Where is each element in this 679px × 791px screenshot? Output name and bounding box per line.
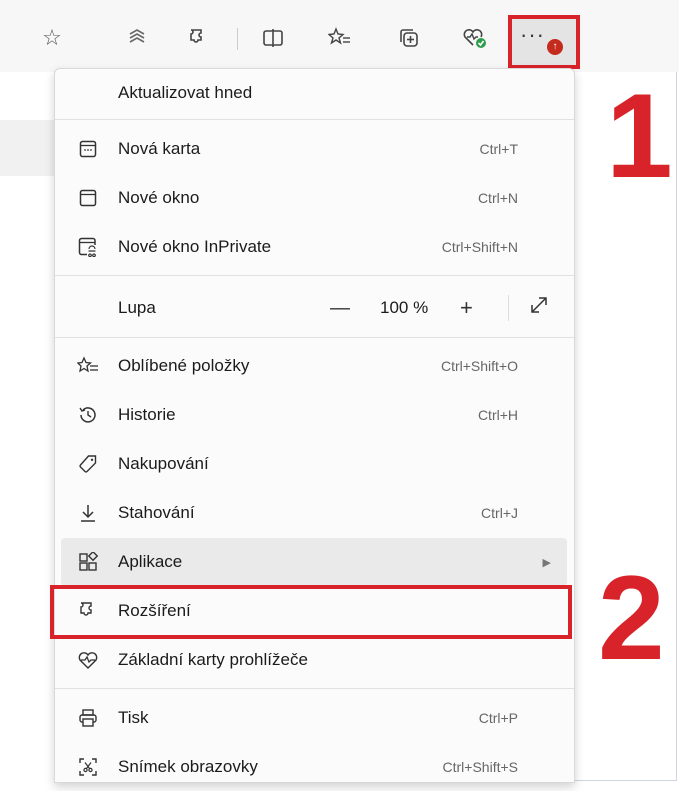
browser-essentials-icon[interactable] (455, 18, 495, 58)
zoom-separator (508, 295, 509, 321)
menu-item-shortcut: Ctrl+Shift+N (441, 239, 518, 255)
menu-item-label: Aplikace (118, 552, 183, 571)
inprivate-icon (75, 234, 101, 260)
shopping-tag-icon (75, 451, 101, 477)
menu-item-new-tab[interactable]: Nová karta Ctrl+T (55, 125, 574, 173)
menu-item-history[interactable]: Historie Ctrl+H (55, 391, 574, 439)
menu-item-label: Historie (118, 405, 176, 424)
menu-item-shortcut: Ctrl+Shift+O (440, 358, 518, 374)
menu-item-apps[interactable]: Aplikace ▶ (61, 538, 567, 586)
settings-and-more-menu: Aktualizovat hned Nová karta Ctrl+T Nové… (54, 68, 575, 783)
zoom-value: 100 % (380, 298, 429, 317)
menu-item-downloads[interactable]: Stahování Ctrl+J (55, 489, 574, 537)
extensions-highlight-box (50, 585, 572, 639)
zoom-out-button[interactable]: — (330, 297, 350, 320)
zoom-label: Lupa (118, 298, 156, 317)
page-background (0, 72, 60, 783)
menu-item-new-inprivate-window[interactable]: Nové okno InPrivate Ctrl+Shift+N (55, 223, 574, 271)
collections-icon[interactable] (389, 18, 429, 58)
menu-separator (55, 119, 574, 120)
submenu-arrow-icon: ▶ (542, 556, 551, 569)
menu-item-shortcut: Ctrl+N (477, 190, 518, 206)
print-icon (75, 705, 101, 731)
toolbar-separator (237, 28, 238, 50)
menu-separator (55, 688, 574, 689)
menu-item-new-window[interactable]: Nové okno Ctrl+N (55, 174, 574, 222)
split-screen-icon[interactable] (253, 18, 293, 58)
menu-item-label: Stahování (118, 503, 195, 522)
read-aloud-icon[interactable] (117, 18, 157, 58)
menu-item-label: Tisk (118, 708, 149, 727)
menu-item-update[interactable]: Aktualizovat hned (55, 69, 574, 117)
update-badge-icon: ↑ (547, 39, 563, 55)
menu-item-shortcut: Ctrl+Shift+S (442, 759, 518, 775)
favorites-icon (75, 353, 101, 379)
menu-item-label: Nová karta (118, 139, 201, 158)
menu-item-label: Nakupování (118, 454, 209, 473)
history-icon (75, 402, 101, 428)
extensions-icon[interactable] (178, 18, 218, 58)
more-icon[interactable]: ··· (520, 22, 545, 48)
download-icon (75, 500, 101, 526)
favorites-icon[interactable] (320, 18, 360, 58)
browser-toolbar: ☆ ··· ↑ (0, 0, 679, 72)
screenshot-icon (75, 754, 101, 780)
menu-item-shortcut: Ctrl+H (477, 407, 518, 423)
browser-essentials-icon (75, 647, 101, 673)
menu-item-label: Nové okno (118, 188, 200, 207)
menu-item-label: Základní karty prohlížeče (118, 650, 308, 669)
menu-item-browser-essentials[interactable]: Základní karty prohlížeče (55, 636, 574, 684)
menu-item-label: Nové okno InPrivate (118, 237, 272, 256)
menu-item-favorites[interactable]: Oblíbené položky Ctrl+Shift+O (55, 342, 574, 390)
menu-item-zoom: Lupa — 100 % + (55, 283, 574, 333)
step-number-1: 1 (606, 69, 673, 203)
star-icon[interactable]: ☆ (32, 18, 72, 58)
new-window-icon (75, 185, 101, 211)
menu-item-screenshot[interactable]: Snímek obrazovky Ctrl+Shift+S (55, 743, 574, 791)
menu-item-label: Oblíbené položky (118, 356, 250, 375)
apps-icon (75, 549, 101, 575)
menu-item-shortcut: Ctrl+P (478, 710, 518, 726)
step-number-2: 2 (598, 551, 665, 685)
zoom-in-button[interactable]: + (460, 295, 473, 321)
menu-item-shortcut: Ctrl+T (479, 141, 519, 157)
page-highlight-strip (0, 120, 60, 176)
menu-item-shortcut: Ctrl+J (481, 505, 518, 521)
menu-item-label: Snímek obrazovky (118, 757, 258, 776)
menu-item-print[interactable]: Tisk Ctrl+P (55, 694, 574, 742)
fullscreen-icon[interactable] (529, 295, 549, 321)
menu-separator (55, 275, 574, 276)
menu-separator (55, 337, 574, 338)
new-tab-icon (75, 136, 101, 162)
menu-item-shopping[interactable]: Nakupování (55, 440, 574, 488)
menu-item-label: Aktualizovat hned (118, 83, 253, 102)
